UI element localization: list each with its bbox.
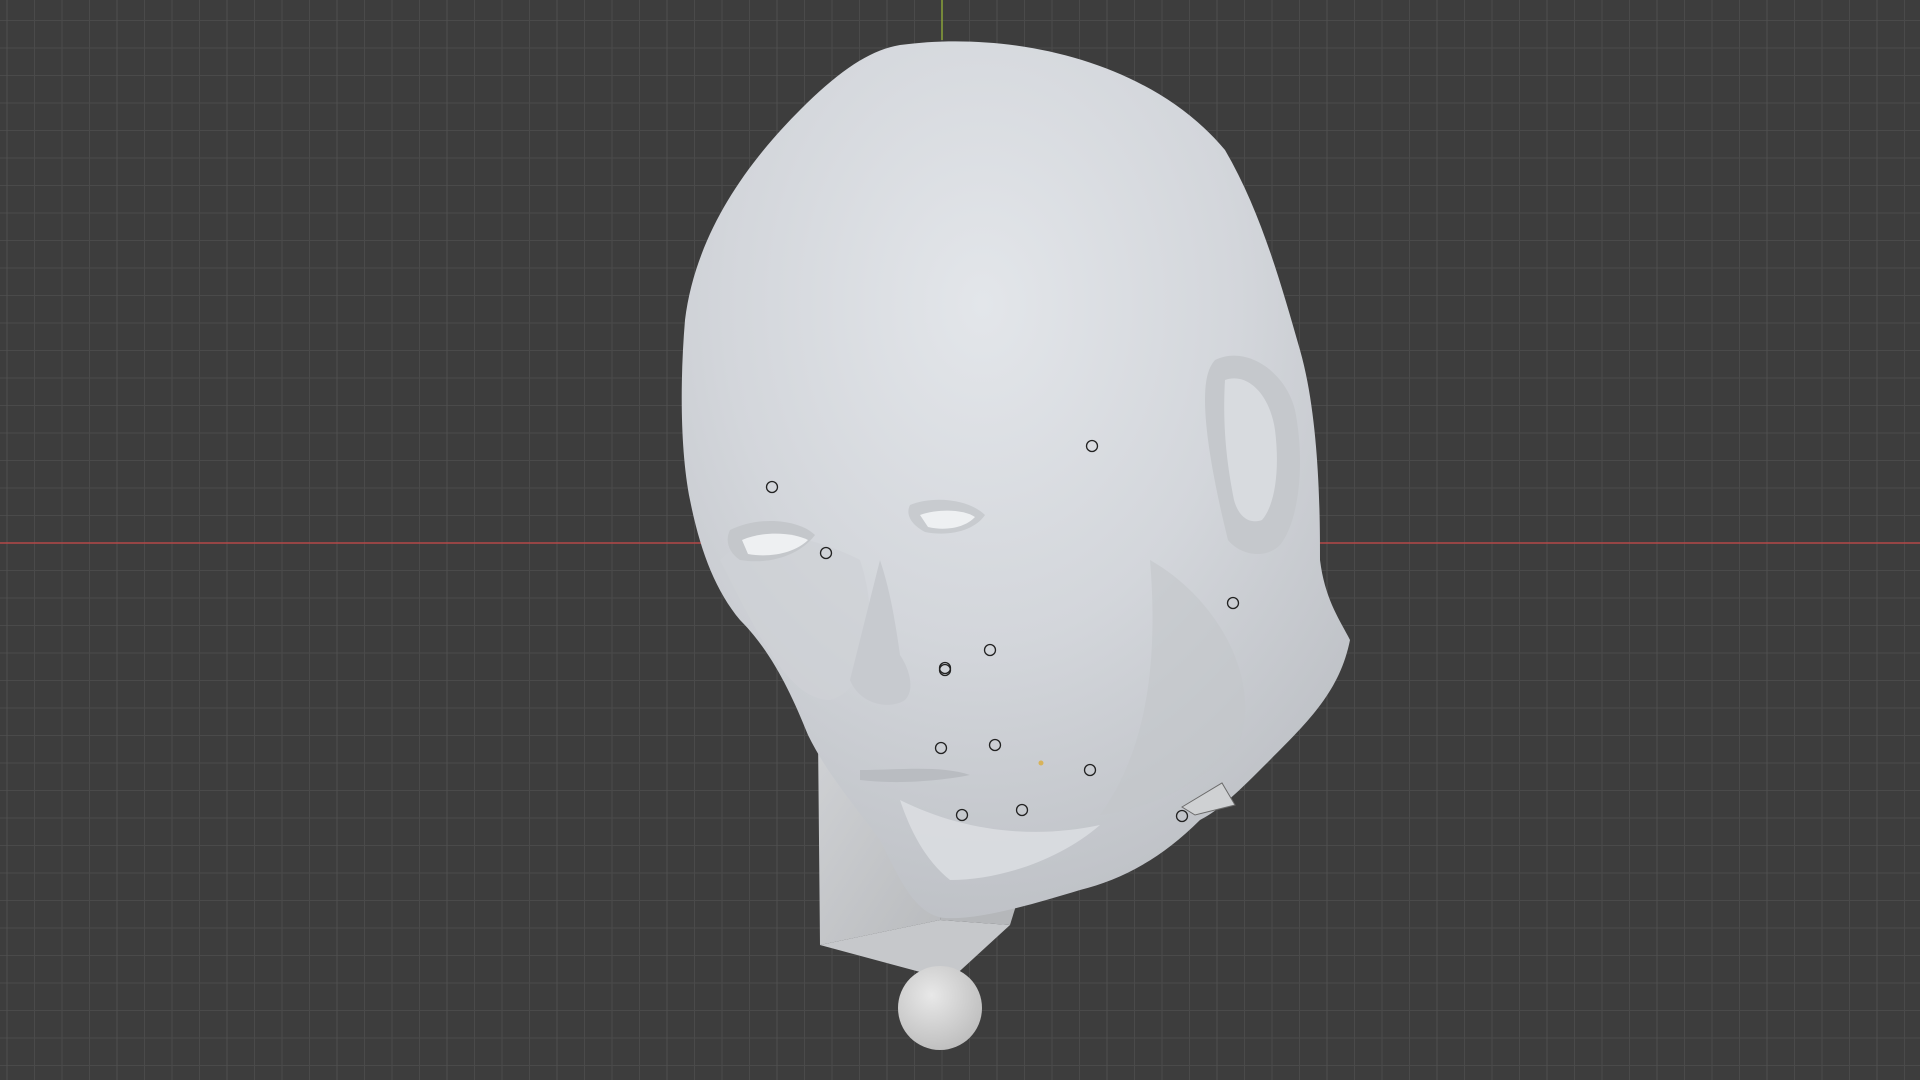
sphere-object[interactable]	[898, 966, 982, 1050]
viewport-scene[interactable]	[0, 0, 1920, 1080]
light-marker-icon[interactable]	[1038, 760, 1044, 766]
head-mesh[interactable]	[681, 41, 1350, 919]
3d-viewport[interactable]	[0, 0, 1920, 1080]
